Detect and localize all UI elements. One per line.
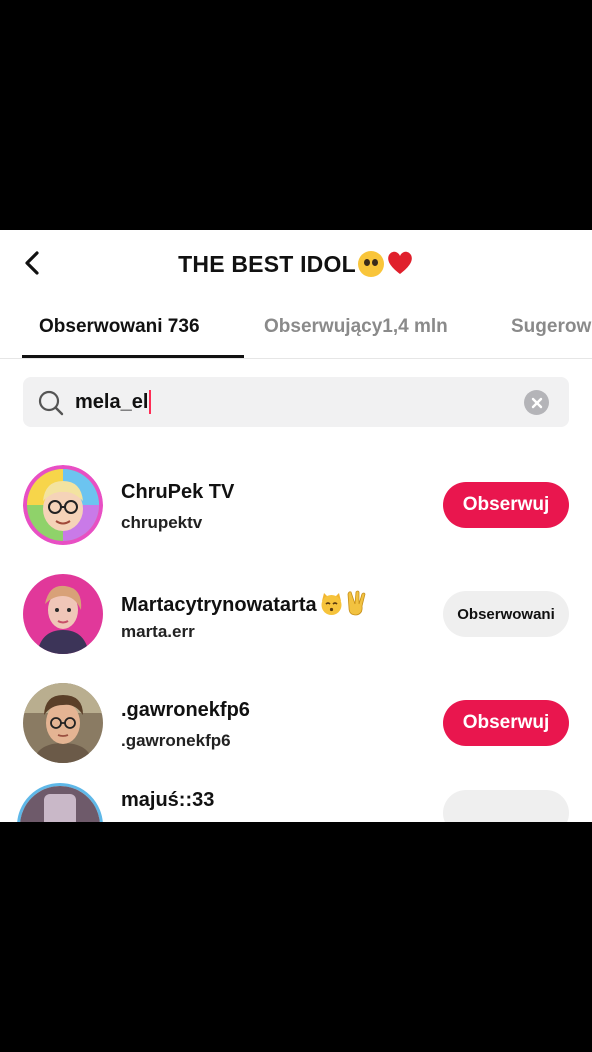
tab-followers[interactable]: Obserwujący1,4 mln (264, 316, 448, 338)
pleading-face-icon (357, 251, 384, 277)
user-handle: .gawronekfp6 (121, 731, 231, 750)
follow-button[interactable]: Obserwuj (443, 482, 569, 528)
list-item[interactable]: majuś::33 (0, 778, 592, 822)
user-handle: chrupektv (121, 513, 203, 532)
kissing-cat-icon (321, 593, 342, 615)
following-button[interactable] (443, 790, 569, 822)
victory-hand-icon (347, 590, 366, 616)
active-tab-indicator (22, 355, 244, 358)
follow-button[interactable]: Obserwuj (443, 700, 569, 746)
search-input[interactable]: mela_el (75, 390, 152, 414)
following-button[interactable]: Obserwowani (443, 591, 569, 637)
user-name: majuś::33 (121, 789, 215, 811)
tab-suggested[interactable]: Sugerow (511, 316, 591, 338)
app-screen: THE BEST IDOL Obserwowani 736 Obserwując… (0, 230, 592, 822)
search-field[interactable]: mela_el (23, 377, 569, 427)
avatar[interactable] (23, 683, 103, 763)
text-caret (149, 390, 152, 414)
search-input-value: mela_el (75, 390, 149, 413)
user-name: ChruPek TV (121, 481, 235, 503)
tab-following[interactable]: Obserwowani 736 (39, 316, 200, 338)
page-title-text: THE BEST IDOL (178, 251, 356, 277)
close-icon (531, 397, 542, 408)
user-name-text: Martacytrynowatarta (121, 594, 317, 616)
red-heart-icon (388, 251, 412, 274)
avatar[interactable] (23, 465, 103, 545)
clear-search-button[interactable] (524, 390, 549, 415)
tab-bar: Obserwowani 736 Obserwujący1,4 mln Suger… (0, 300, 592, 359)
page-title: THE BEST IDOL (0, 250, 592, 278)
list-item[interactable]: .gawronekfp6 .gawronekfp6 Obserwuj (0, 669, 592, 773)
avatar[interactable] (23, 574, 103, 654)
user-handle: marta.err (121, 622, 195, 641)
user-name: Martacytrynowatarta (121, 590, 368, 617)
user-name: .gawronekfp6 (121, 699, 250, 721)
list-item[interactable]: Martacytrynowatarta marta.err Obserwowan… (0, 560, 592, 664)
header: THE BEST IDOL (0, 230, 592, 300)
search-icon (38, 390, 64, 416)
avatar[interactable] (17, 783, 103, 822)
list-item[interactable]: ChruPek TV chrupektv Obserwuj (0, 451, 592, 555)
